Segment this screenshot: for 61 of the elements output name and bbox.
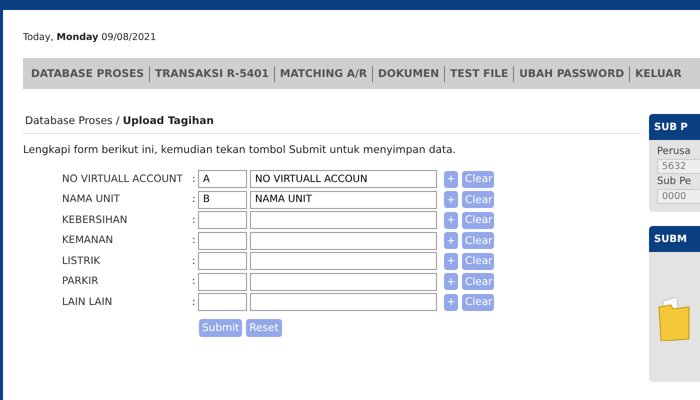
- name-input[interactable]: [250, 211, 437, 230]
- field-label: NAMA UNIT: [61, 194, 121, 206]
- field-label: LISTRIK: [61, 256, 102, 267]
- field-label: NO VIRTUALL ACCOUNT: [61, 174, 184, 185]
- field-label: Sub Pe: [657, 176, 692, 187]
- reset-button[interactable]: Reset: [246, 318, 282, 336]
- breadcrumb: Database Proses / Upload Tagihan: [24, 115, 215, 127]
- folder-icon: [657, 297, 691, 341]
- name-input[interactable]: [250, 293, 437, 312]
- code-input[interactable]: [198, 232, 247, 250]
- name-input[interactable]: [250, 252, 437, 270]
- menu-link[interactable]: UBAH PASSWORD: [519, 68, 624, 80]
- clear-button[interactable]: Clear: [462, 273, 494, 290]
- clear-button[interactable]: Clear: [462, 191, 494, 208]
- field-label: Perusa: [657, 146, 692, 157]
- add-button[interactable]: +: [444, 191, 458, 208]
- clear-button[interactable]: Clear: [462, 294, 494, 311]
- name-input[interactable]: NAMA UNIT: [250, 190, 437, 209]
- colon-text: :: [192, 256, 196, 267]
- clear-button[interactable]: Clear: [462, 232, 494, 250]
- field-label: KEMANAN: [61, 235, 114, 246]
- menu-link[interactable]: TEST FILE: [450, 68, 508, 80]
- field-label: LAIN LAIN: [61, 296, 114, 308]
- code-input[interactable]: [198, 252, 247, 270]
- code-input[interactable]: B: [198, 190, 247, 209]
- menu-link[interactable]: MATCHING A/R: [280, 68, 368, 80]
- menu-link[interactable]: DATABASE PROSES: [31, 68, 144, 80]
- add-button[interactable]: +: [444, 273, 458, 290]
- value-field: 5632: [657, 159, 700, 174]
- colon-text: :: [192, 235, 196, 246]
- colon-text: :: [192, 276, 196, 288]
- field-label: PARKIR: [61, 276, 100, 288]
- panel-title: SUBM: [649, 226, 700, 252]
- instruction-text: Lengkapi form berikut ini, kemudian tekan tombol Submit untuk menyimpan data.: [23, 144, 457, 156]
- add-button[interactable]: +: [444, 294, 458, 311]
- value-field: 0000: [657, 189, 700, 204]
- colon-text: :: [192, 174, 196, 185]
- name-input[interactable]: NO VIRTUALL ACCOUN: [250, 170, 437, 188]
- submit-button[interactable]: Submit: [199, 318, 242, 336]
- name-input[interactable]: [250, 232, 437, 250]
- code-input[interactable]: [198, 293, 247, 312]
- colon-text: :: [192, 214, 196, 226]
- date-text: Today, Monday 09/08/2021: [23, 32, 158, 45]
- code-input[interactable]: A: [198, 170, 247, 188]
- colon-text: :: [192, 296, 196, 308]
- code-input[interactable]: [198, 272, 247, 291]
- panel-title: SUB P: [649, 114, 700, 140]
- add-button[interactable]: +: [444, 232, 458, 250]
- clear-button[interactable]: Clear: [462, 252, 494, 270]
- colon-text: :: [192, 194, 196, 206]
- add-button[interactable]: +: [444, 212, 458, 229]
- add-button[interactable]: +: [444, 252, 458, 270]
- code-input[interactable]: [198, 211, 247, 230]
- add-button[interactable]: +: [444, 170, 458, 188]
- menu-link[interactable]: DOKUMEN: [378, 68, 440, 80]
- clear-button[interactable]: Clear: [462, 212, 494, 229]
- field-label: KEBERSIHAN: [61, 214, 128, 226]
- clear-button[interactable]: Clear: [462, 170, 494, 188]
- menu-link[interactable]: TRANSAKSI R-5401: [155, 68, 269, 80]
- menu-link[interactable]: KELUAR: [635, 68, 682, 80]
- name-input[interactable]: [250, 272, 437, 291]
